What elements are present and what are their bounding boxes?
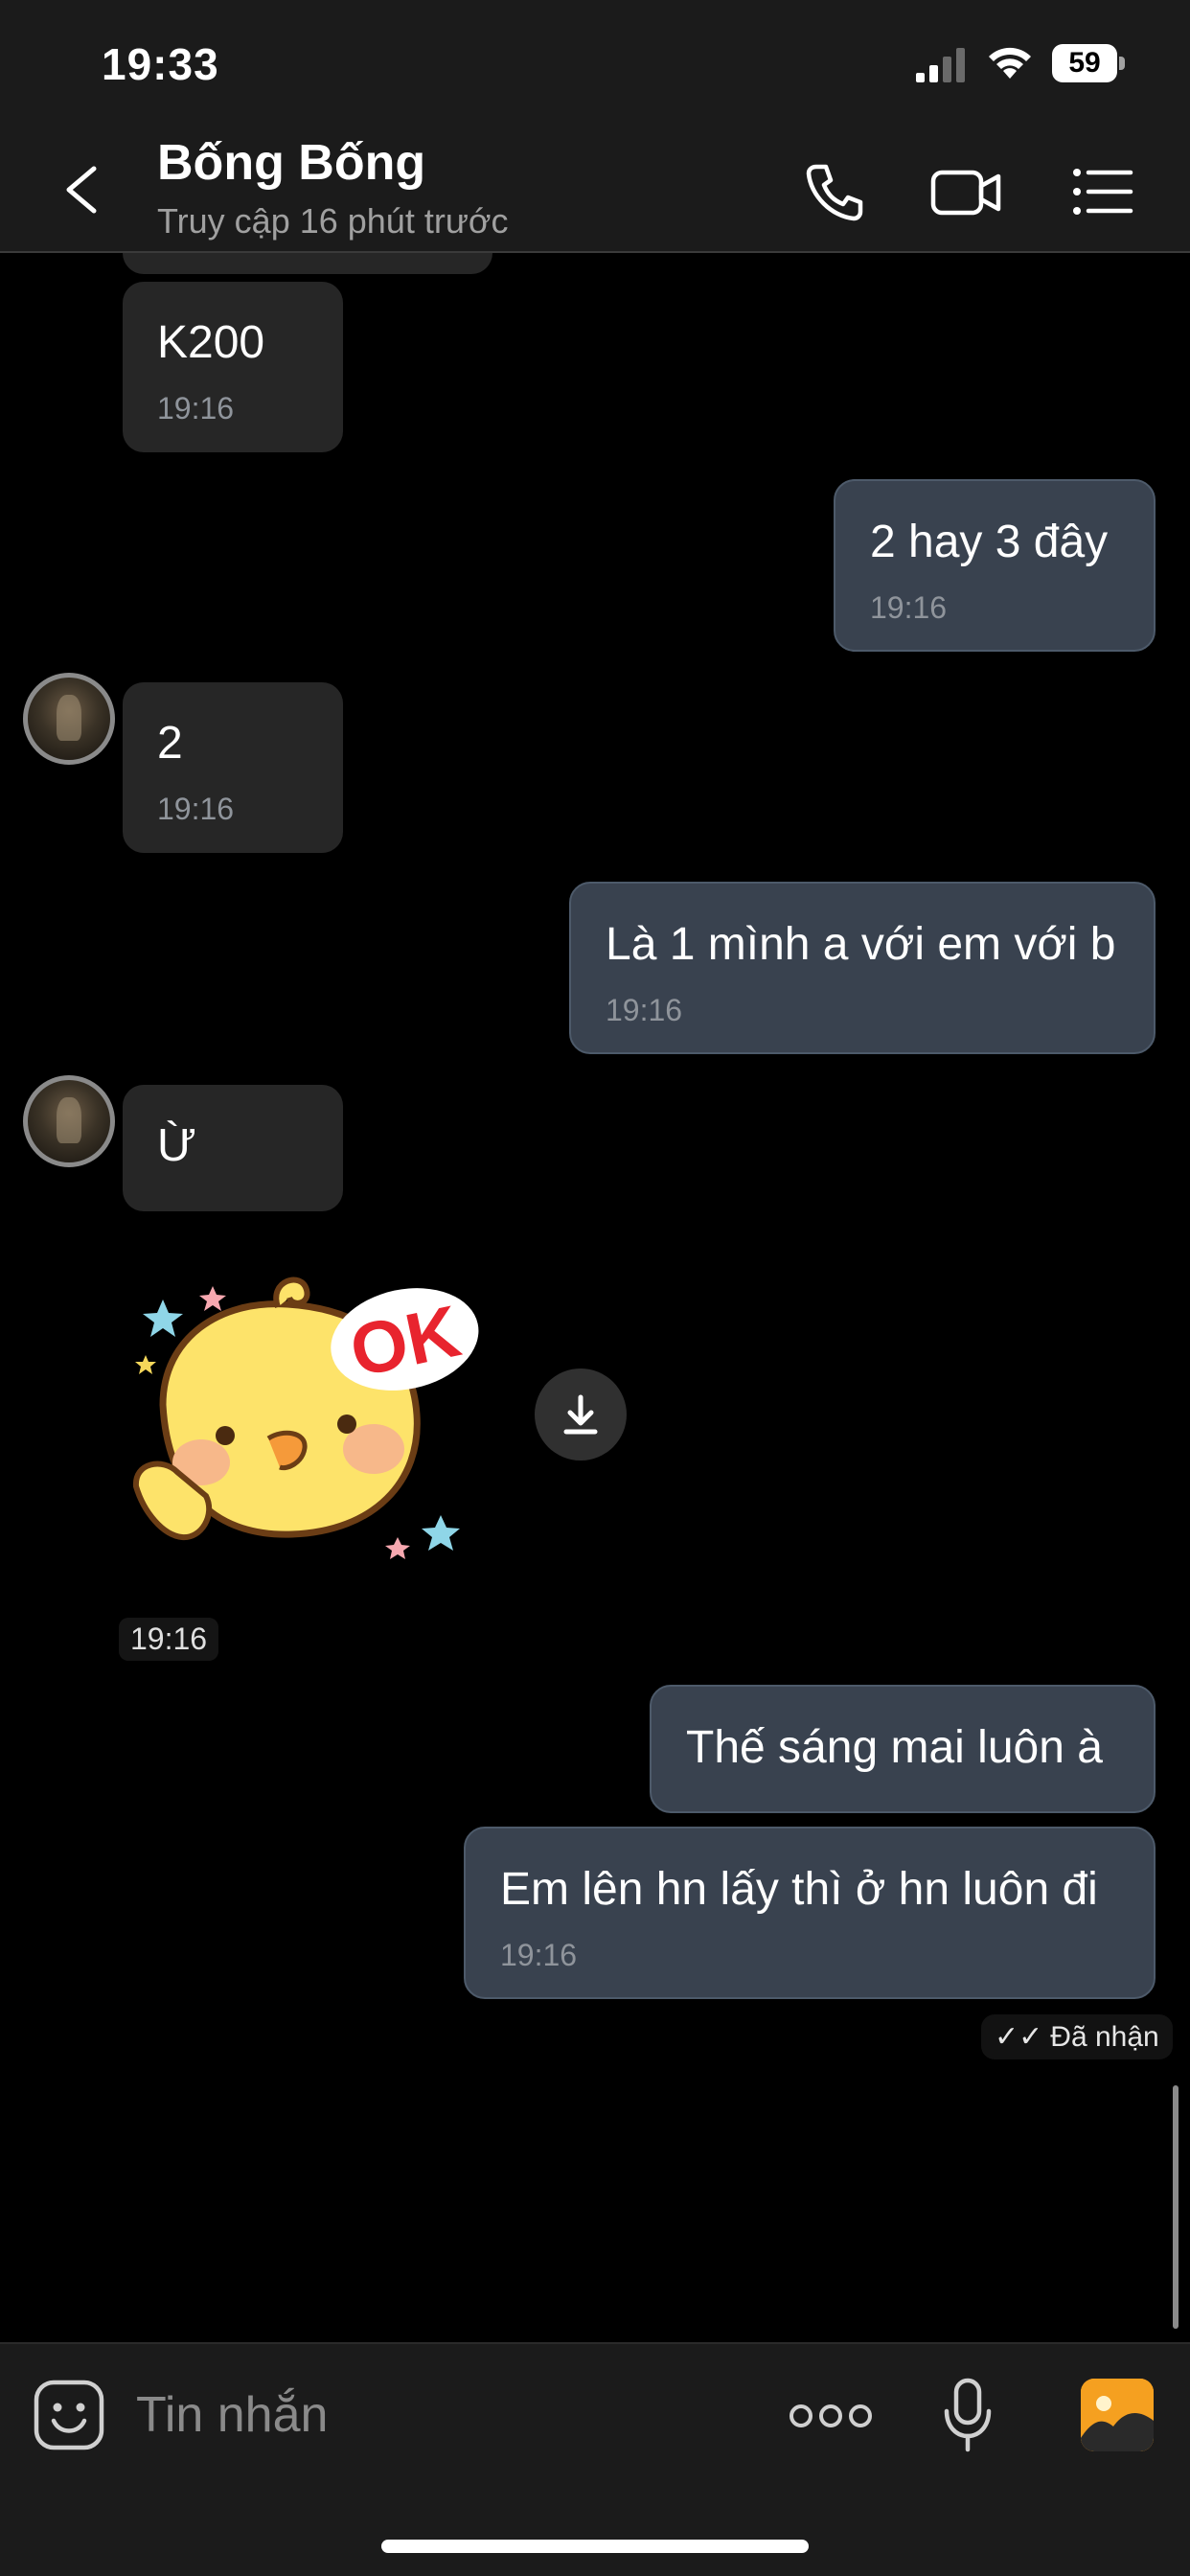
composer-bar	[0, 2342, 1190, 2576]
contact-avatar[interactable]	[23, 673, 115, 765]
status-bar: 19:33 59	[0, 0, 1190, 125]
message-bubble-incoming[interactable]: K200 19:16	[123, 282, 343, 452]
cellular-signal-icon	[916, 48, 965, 82]
back-arrow-icon[interactable]	[57, 161, 107, 218]
message-bubble-outgoing[interactable]: 2 hay 3 đây 19:16	[834, 479, 1156, 652]
message-text: Là 1 mình a với em với b	[606, 919, 1116, 970]
message-bubble-outgoing[interactable]: Thế sáng mai luôn à	[650, 1685, 1156, 1813]
wifi-icon	[989, 47, 1031, 79]
download-button[interactable]	[535, 1368, 627, 1460]
read-receipt-label: Đã nhận	[1050, 2021, 1159, 2053]
message-bubble-partial[interactable]	[123, 253, 492, 274]
gallery-button[interactable]	[1081, 2379, 1154, 2451]
message-time: 19:16	[606, 993, 683, 1027]
message-bubble-outgoing[interactable]: Em lên hn lấy thì ở hn luôn đi 19:16	[464, 1827, 1156, 1999]
message-text: Thế sáng mai luôn à	[686, 1722, 1103, 1773]
battery-icon: 59	[1052, 44, 1125, 82]
scrollbar[interactable]	[1173, 2085, 1179, 2329]
ok-sticker[interactable]: OK	[125, 1261, 508, 1577]
read-receipt: ✓✓ Đã nhận	[981, 2014, 1173, 2059]
message-time: 19:16	[157, 391, 235, 426]
message-bubble-incoming[interactable]: Ừ	[123, 1085, 343, 1211]
message-time: 19:16	[870, 590, 948, 625]
status-time: 19:33	[102, 39, 219, 89]
message-bubble-incoming[interactable]: 2 19:16	[123, 682, 343, 853]
emoji-icon[interactable]	[33, 2379, 105, 2451]
message-text: 2 hay 3 đây	[870, 517, 1109, 567]
microphone-icon[interactable]	[943, 2377, 993, 2453]
message-text: K200	[157, 317, 265, 368]
gallery-icon	[1081, 2379, 1154, 2451]
contact-avatar[interactable]	[23, 1075, 115, 1167]
message-list[interactable]: K200 19:16 2 hay 3 đây 19:16 2 19:16 Là …	[0, 253, 1190, 2342]
sticker-time: 19:16	[119, 1618, 219, 1661]
video-camera-icon[interactable]	[927, 153, 1004, 230]
message-time: 19:16	[500, 1938, 578, 1972]
phone-icon[interactable]	[795, 153, 872, 230]
more-dots-icon[interactable]	[788, 2392, 874, 2440]
menu-list-icon[interactable]	[1064, 153, 1140, 230]
battery-cap	[1119, 57, 1125, 70]
message-time: 19:16	[157, 792, 235, 826]
chat-header: Bống Bống Truy cập 16 phút trước	[0, 125, 1190, 253]
download-icon	[563, 1394, 598, 1435]
message-input[interactable]	[136, 2380, 749, 2450]
battery-level: 59	[1052, 44, 1117, 82]
message-text: Em lên hn lấy thì ở hn luôn đi	[500, 1864, 1098, 1915]
contact-last-seen: Truy cập 16 phút trước	[157, 201, 509, 241]
message-text: Ừ	[157, 1120, 196, 1171]
message-bubble-outgoing[interactable]: Là 1 mình a với em với b 19:16	[569, 882, 1156, 1054]
home-indicator	[381, 2540, 809, 2553]
double-check-icon: ✓✓	[995, 2021, 1043, 2053]
message-text: 2	[157, 718, 183, 769]
contact-name[interactable]: Bống Bống	[157, 134, 425, 192]
